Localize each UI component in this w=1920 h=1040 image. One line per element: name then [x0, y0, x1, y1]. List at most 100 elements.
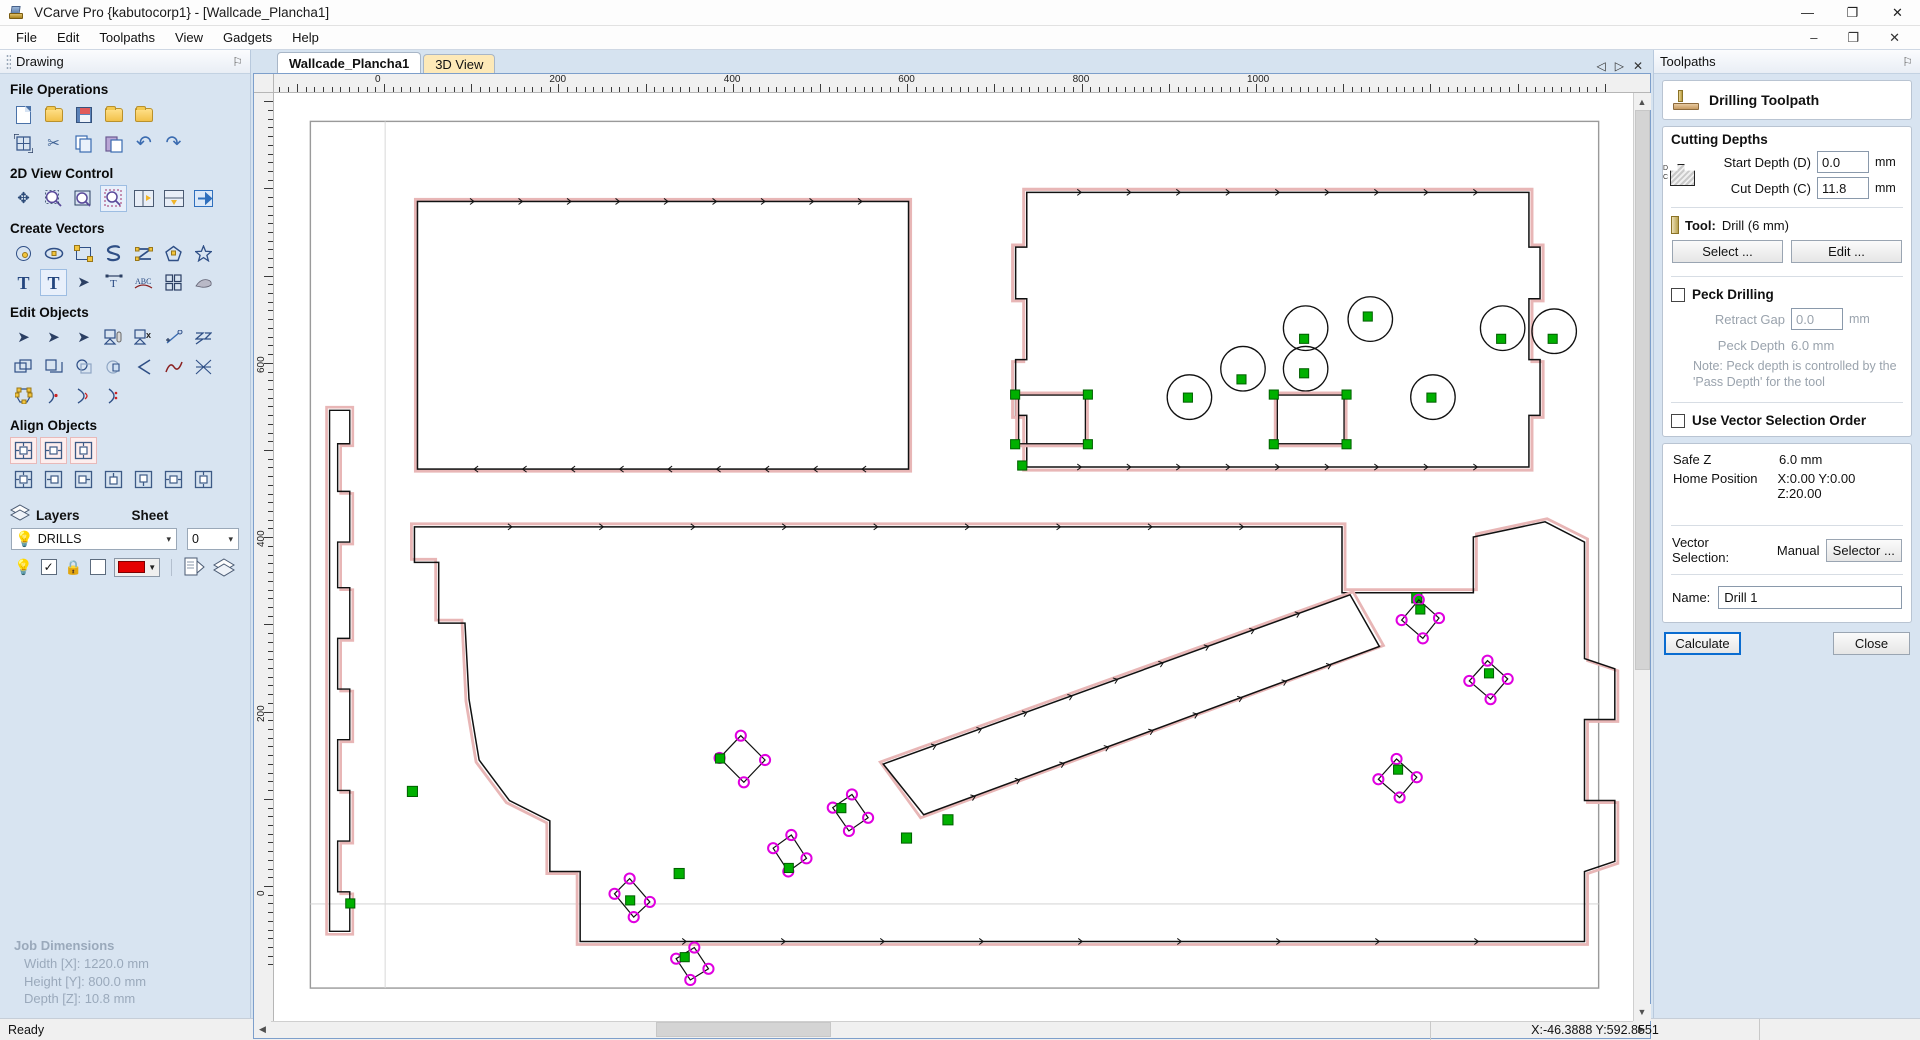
close-button[interactable]: ✕: [1875, 0, 1920, 26]
menu-item-file[interactable]: File: [6, 27, 47, 48]
canvas-vertical-scrollbar[interactable]: ▲ ▼: [1633, 93, 1651, 1021]
create-text-icon[interactable]: T: [11, 270, 36, 295]
document-restore-button[interactable]: –: [1800, 27, 1827, 49]
auto-layout-icon[interactable]: [161, 270, 186, 295]
toggle-bottom-pane-icon[interactable]: [161, 186, 186, 211]
tab-3d-view[interactable]: 3D View: [423, 54, 496, 73]
layer-solid-checkbox[interactable]: [90, 559, 107, 575]
document-close-button[interactable]: ✕: [1879, 27, 1910, 49]
sheet-select[interactable]: 0 ▾: [187, 528, 239, 550]
zoom-in-icon[interactable]: [41, 186, 66, 211]
menu-item-toolpaths[interactable]: Toolpaths: [89, 27, 165, 48]
draw-circle-icon[interactable]: [11, 241, 36, 266]
text-on-arc-icon[interactable]: ABC: [131, 270, 156, 295]
document-maximize-button[interactable]: ❐: [1837, 27, 1869, 49]
align-right-icon[interactable]: [71, 467, 96, 492]
menu-item-view[interactable]: View: [165, 27, 213, 48]
show-3d-view-icon[interactable]: [191, 186, 216, 211]
scroll-up-button[interactable]: ▲: [1633, 93, 1651, 110]
toggle-left-pane-icon[interactable]: [131, 186, 156, 211]
pin-icon[interactable]: ⚐: [1902, 55, 1913, 69]
maximize-button[interactable]: ❐: [1830, 0, 1875, 26]
toolpath-name-input[interactable]: Drill 1: [1718, 586, 1902, 610]
pin-icon[interactable]: ⚐: [232, 55, 243, 69]
peck-drilling-checkbox[interactable]: [1671, 287, 1685, 302]
menu-item-help[interactable]: Help: [282, 27, 329, 48]
open-file-icon[interactable]: [41, 102, 66, 127]
offset-vectors-icon[interactable]: [11, 354, 36, 379]
chevron-down-icon[interactable]: ▾: [166, 534, 171, 545]
new-file-icon[interactable]: [11, 102, 36, 127]
layer-visible-bulb-icon[interactable]: 💡: [15, 530, 34, 548]
edit-tool-button[interactable]: Edit ...: [1791, 240, 1902, 263]
cut-depth-input[interactable]: 11.8: [1817, 177, 1869, 199]
minimize-button[interactable]: —: [1785, 0, 1830, 26]
trace-bitmap-icon[interactable]: [191, 270, 216, 295]
tab-wallcade-plancha1[interactable]: Wallcade_Plancha1: [277, 52, 422, 73]
fillet-icon[interactable]: [131, 354, 156, 379]
design-canvas[interactable]: [274, 93, 1633, 1021]
layer-visibility-icon[interactable]: 💡: [14, 558, 33, 576]
node-insert-icon[interactable]: [41, 383, 66, 408]
edit-text-icon[interactable]: T: [40, 269, 67, 296]
draw-pentagon-icon[interactable]: [161, 241, 186, 266]
calculate-button[interactable]: Calculate: [1664, 632, 1741, 656]
selector-button[interactable]: Selector ...: [1825, 538, 1902, 562]
layer-select[interactable]: 💡 DRILLS ▾: [11, 528, 177, 550]
align-bottom-icon[interactable]: [131, 467, 156, 492]
align-v-centers-icon[interactable]: [191, 467, 216, 492]
use-vector-selection-order-checkbox[interactable]: [1671, 413, 1685, 428]
move-node-icon[interactable]: ➤: [71, 325, 96, 350]
group-objects-icon[interactable]: [101, 325, 126, 350]
menu-item-edit[interactable]: Edit: [47, 27, 89, 48]
edit-node-icon[interactable]: ➤: [41, 325, 66, 350]
align-horizontal-center-job-icon[interactable]: [40, 437, 67, 464]
align-centers-icon[interactable]: [11, 467, 36, 492]
align-top-icon[interactable]: [101, 467, 126, 492]
menu-item-gadgets[interactable]: Gadgets: [213, 27, 282, 48]
tab-prev-icon[interactable]: ◁: [1596, 59, 1605, 73]
ungroup-objects-icon[interactable]: x: [131, 325, 156, 350]
panel-grip-icon[interactable]: [6, 54, 11, 69]
scroll-left-button[interactable]: ◀: [254, 1021, 271, 1039]
close-button[interactable]: Close: [1833, 632, 1910, 656]
chevron-down-icon[interactable]: ▾: [228, 534, 233, 545]
align-center-in-job-icon[interactable]: [10, 437, 37, 464]
join-vectors-icon[interactable]: [161, 325, 186, 350]
horizontal-ruler[interactable]: 0 200 400 600 800 1000: [274, 74, 1633, 93]
draw-star-icon[interactable]: [191, 241, 216, 266]
draw-polygon-tool-icon[interactable]: [131, 241, 156, 266]
zigzag-icon[interactable]: [191, 325, 216, 350]
curve-fit-icon[interactable]: [161, 354, 186, 379]
subtract-vectors-icon[interactable]: [71, 354, 96, 379]
paste-icon[interactable]: [101, 131, 126, 156]
vertical-scroll-thumb[interactable]: [1634, 110, 1650, 670]
zoom-selection-icon[interactable]: [100, 185, 127, 212]
zoom-extents-icon[interactable]: [71, 186, 96, 211]
retract-gap-input[interactable]: 0.0: [1791, 308, 1843, 330]
copy-icon[interactable]: [71, 131, 96, 156]
draw-polyline-icon[interactable]: [101, 241, 126, 266]
pan-icon[interactable]: ✥: [11, 186, 36, 211]
draw-ellipse-icon[interactable]: [41, 241, 66, 266]
layer-color-button[interactable]: ▼: [114, 557, 161, 577]
select-tool-button[interactable]: Select ...: [1672, 240, 1783, 263]
draw-rectangle-icon[interactable]: [71, 241, 96, 266]
tab-next-icon[interactable]: ▷: [1615, 59, 1624, 73]
chevron-down-icon[interactable]: ▼: [148, 563, 156, 572]
vertical-ruler[interactable]: 0 200 400 600: [254, 93, 274, 1021]
text-on-curve-icon[interactable]: T: [101, 270, 126, 295]
array-copy-icon[interactable]: [11, 383, 36, 408]
job-setup-icon[interactable]: [11, 131, 36, 156]
layer-active-checkbox[interactable]: ✓: [40, 559, 57, 575]
weld-vectors-icon[interactable]: [41, 354, 66, 379]
text-select-icon[interactable]: ➤: [71, 270, 96, 295]
align-left-icon[interactable]: [41, 467, 66, 492]
align-h-centers-icon[interactable]: [161, 467, 186, 492]
tab-close-icon[interactable]: ✕: [1633, 59, 1643, 73]
horizontal-scroll-thumb[interactable]: [656, 1022, 831, 1038]
undo-icon[interactable]: ↷: [131, 131, 156, 156]
import-file-icon[interactable]: [131, 102, 156, 127]
select-node-icon[interactable]: ➤: [11, 325, 36, 350]
intersect-vectors-icon[interactable]: [101, 354, 126, 379]
